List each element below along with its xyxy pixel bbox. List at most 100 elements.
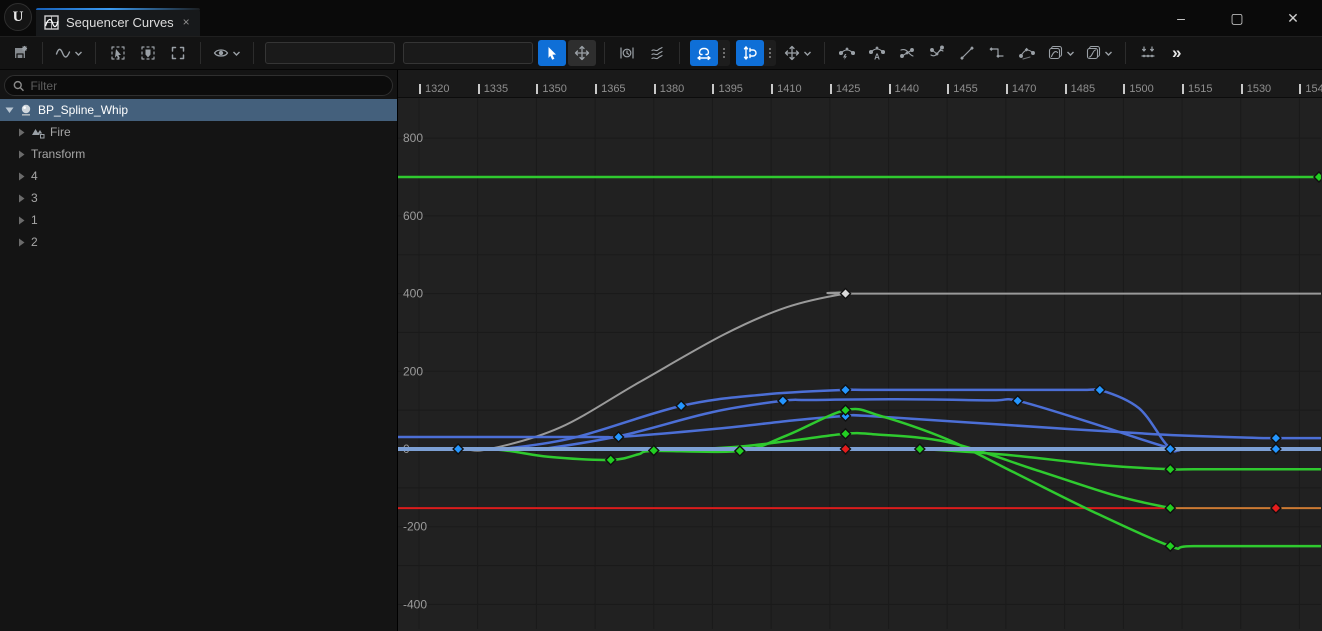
snap-value-options-button[interactable] xyxy=(764,40,776,66)
post-infinity-button[interactable] xyxy=(1081,40,1117,66)
maximize-button[interactable]: ▢ xyxy=(1222,10,1252,27)
toolbar-separator xyxy=(604,42,605,64)
tangent-weighted-button[interactable] xyxy=(1013,40,1041,66)
ruler-tick-label: 1365 xyxy=(601,83,625,95)
filter-input[interactable] xyxy=(30,79,384,93)
tree-row-4[interactable]: 4 xyxy=(0,165,397,187)
tree-row-bp-spline-whip[interactable]: BP_Spline_Whip xyxy=(0,99,397,121)
snap-time-group xyxy=(690,40,730,66)
save-star-icon xyxy=(12,45,28,61)
toolbar-overflow-button[interactable]: » xyxy=(1172,43,1179,63)
save-button[interactable] xyxy=(6,40,34,66)
keyframe-diamond[interactable] xyxy=(841,289,851,299)
keyframe-diamond[interactable] xyxy=(1013,396,1023,406)
keyframe-diamond[interactable] xyxy=(841,444,851,454)
curve-editor-toolbar: A» xyxy=(0,36,1322,70)
keyframe-diamond[interactable] xyxy=(676,401,686,411)
keyframe-diamond[interactable] xyxy=(1165,541,1175,551)
title-bar[interactable]: U Sequencer Curves × – ▢ ✕ xyxy=(0,0,1322,36)
keyframe-diamond[interactable] xyxy=(1314,172,1321,182)
tangent-break-button[interactable] xyxy=(923,40,951,66)
tangent-cubic-auto-button[interactable] xyxy=(833,40,861,66)
omega-arrows-icon xyxy=(696,45,712,61)
key-reduce-button[interactable] xyxy=(1134,40,1162,66)
tree-row-transform[interactable]: Transform xyxy=(0,143,397,165)
keyframe-diamond[interactable] xyxy=(778,396,788,406)
keyframe-diamond[interactable] xyxy=(453,444,463,454)
curve-green-peak-39[interactable] xyxy=(398,433,1170,508)
tree-row-1[interactable]: 1 xyxy=(0,209,397,231)
keyframe-diamond[interactable] xyxy=(1271,444,1281,454)
toolbar-separator xyxy=(200,42,201,64)
snap-time-button[interactable] xyxy=(690,40,718,66)
tab-close-icon[interactable]: × xyxy=(183,15,190,29)
search-icon xyxy=(13,80,24,92)
ruler-tick-label: 1335 xyxy=(484,83,508,95)
tangent-smart-icon: A xyxy=(869,45,885,61)
keyframe-diamond[interactable] xyxy=(1271,503,1281,513)
time-snap-interval-button[interactable] xyxy=(613,40,641,66)
tangent-linear-button[interactable] xyxy=(953,40,981,66)
keyframe-diamond[interactable] xyxy=(1165,464,1175,474)
retime-tool-button[interactable] xyxy=(643,40,671,66)
keyframe-diamond[interactable] xyxy=(614,432,624,442)
timeline-ruler[interactable]: 1320133513501365138013951410142514401455… xyxy=(398,70,1322,98)
ruler-tick-label: 1320 xyxy=(425,83,449,95)
tree-row-2[interactable]: 2 xyxy=(0,231,397,253)
ruler-tick-label: 1530 xyxy=(1247,83,1271,95)
ruler-tick xyxy=(1182,84,1184,94)
keyframe-diamond[interactable] xyxy=(1165,503,1175,513)
tangent-constant-button[interactable] xyxy=(983,40,1011,66)
time-input[interactable] xyxy=(265,42,395,64)
chevron-right-icon[interactable] xyxy=(16,150,26,159)
close-button[interactable]: ✕ xyxy=(1278,10,1308,27)
curve-blue-peak-124[interactable] xyxy=(529,399,1321,450)
cursor-arrow-icon xyxy=(544,45,560,61)
snap-value-button[interactable] xyxy=(736,40,764,66)
chevron-right-icon[interactable] xyxy=(16,238,26,247)
keyframe-diamond[interactable] xyxy=(915,444,925,454)
ruler-tick-label: 1440 xyxy=(895,83,919,95)
spawnable-icon xyxy=(19,103,33,117)
ruler-tick xyxy=(771,84,773,94)
tangent-user-button[interactable] xyxy=(893,40,921,66)
value-input[interactable] xyxy=(403,42,533,64)
keyframe-diamond[interactable] xyxy=(1095,385,1105,395)
minimize-button[interactable]: – xyxy=(1166,10,1196,26)
snap-time-options-button[interactable] xyxy=(718,40,730,66)
curve-options-button[interactable] xyxy=(51,40,87,66)
visibility-button[interactable] xyxy=(209,40,245,66)
chevron-right-icon[interactable] xyxy=(16,216,26,225)
select-keys-button[interactable] xyxy=(104,40,132,66)
ruler-tick-label: 1380 xyxy=(660,83,684,95)
ruler-tick-label: 1350 xyxy=(542,83,566,95)
select-points-button[interactable] xyxy=(134,40,162,66)
filter-box[interactable] xyxy=(4,75,393,96)
box-arrow-icon xyxy=(110,45,126,61)
pre-infinity-button[interactable] xyxy=(1043,40,1079,66)
pointer-select-button[interactable] xyxy=(538,40,566,66)
unreal-logo[interactable]: U xyxy=(4,3,32,31)
track-tree: BP_Spline_WhipFireTransform4312 xyxy=(0,99,397,631)
svg-text:200: 200 xyxy=(403,364,423,378)
event-track-icon xyxy=(31,125,45,139)
curves-canvas[interactable]: 8006004002000-200-400 xyxy=(398,98,1321,629)
chevron-down-icon[interactable] xyxy=(4,106,14,114)
keyframe-diamond[interactable] xyxy=(606,455,616,465)
stacked-curve-icon xyxy=(1047,45,1063,61)
ruler-tick-label: 1515 xyxy=(1188,83,1212,95)
transform-tool-button[interactable] xyxy=(568,40,596,66)
marquee-select-button[interactable] xyxy=(164,40,192,66)
chevron-right-icon[interactable] xyxy=(16,194,26,203)
keyframe-diamond[interactable] xyxy=(841,429,851,439)
chevron-right-icon[interactable] xyxy=(16,128,26,137)
chevron-right-icon[interactable] xyxy=(16,172,26,181)
keyframe-diamond[interactable] xyxy=(1271,433,1281,443)
axis-snap-button[interactable] xyxy=(780,40,816,66)
curve-graph-area[interactable]: 1320133513501365138013951410142514401455… xyxy=(398,70,1322,631)
tangent-smart-auto-button[interactable]: A xyxy=(863,40,891,66)
tree-row-fire[interactable]: Fire xyxy=(0,121,397,143)
keyframe-diamond[interactable] xyxy=(841,385,851,395)
tab-sequencer-curves[interactable]: Sequencer Curves × xyxy=(36,8,200,36)
tree-row-3[interactable]: 3 xyxy=(0,187,397,209)
